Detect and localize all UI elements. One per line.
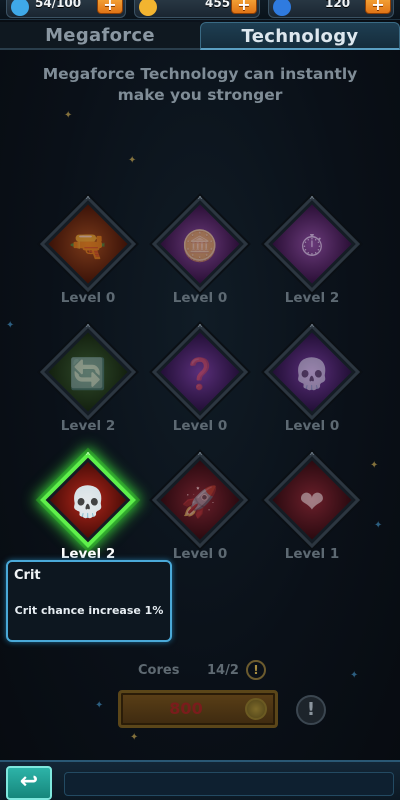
coin-stack-icon: 🪙 <box>181 228 219 264</box>
gold-value: 455 <box>205 0 231 10</box>
tech-level: Level 0 <box>284 418 340 434</box>
coin-icon <box>245 698 267 720</box>
tech-clock[interactable]: ⏱ ˄ Level 2 <box>262 195 362 320</box>
tab-megaforce[interactable]: Megaforce <box>0 22 200 50</box>
tech-level: Level 2 <box>284 290 340 306</box>
sparkle-icon: ✦ <box>6 320 15 331</box>
heart-shield-icon: ❤ <box>299 484 325 520</box>
tech-rocket[interactable]: 🚀 ˄ Level 0 <box>150 451 250 576</box>
chevron-up-icon: ˄ <box>309 195 315 209</box>
tech-heart-shield[interactable]: ❤ ˄ Level 1 <box>262 451 362 576</box>
tooltip-title: Crit <box>14 568 41 583</box>
chevron-up-icon: ˄ <box>197 323 203 337</box>
tech-level: Level 0 <box>172 290 228 306</box>
page-subtitle: Megaforce Technology can instantly make … <box>42 65 358 104</box>
gems-value: 120 <box>325 0 351 10</box>
tech-level: Level 0 <box>172 418 228 434</box>
chevron-up-icon: ˄ <box>85 195 91 209</box>
tab-bar: Megaforce Technology <box>0 22 400 50</box>
cores-label: Cores <box>138 663 180 678</box>
tech-tooltip: Crit Crit chance increase 1% <box>6 560 172 642</box>
sparkle-icon: ✦ <box>95 700 104 711</box>
sparkle-icon: ✦ <box>64 110 73 121</box>
cores-count: 14/2 <box>207 663 239 678</box>
sparkle-icon: ✦ <box>374 520 383 531</box>
bottom-bar <box>0 760 400 800</box>
gold-counter: 455 + <box>134 0 260 18</box>
tech-level: Level 2 <box>60 418 116 434</box>
add-gems-button[interactable]: + <box>365 0 391 14</box>
info-button[interactable]: ! <box>296 695 326 725</box>
chevron-up-icon: ˄ <box>309 451 315 465</box>
chevron-up-icon: ˄ <box>85 323 91 337</box>
tech-winged-skull[interactable]: 💀 ˄ Level 0 <box>262 323 362 448</box>
tech-mystery-box[interactable]: ❓ ˄ Level 0 <box>150 323 250 448</box>
cycle-arrows-icon: 🔄 <box>69 356 107 392</box>
bottom-rail <box>64 772 394 796</box>
tech-cycle[interactable]: 🔄 ˄ Level 2 <box>38 323 138 448</box>
clock-icon: ⏱ <box>300 228 324 264</box>
chevron-up-icon: ˄ <box>197 451 203 465</box>
sparkle-icon: ✦ <box>130 732 139 743</box>
sparkle-icon: ✦ <box>370 460 379 471</box>
chevron-up-icon: ˄ <box>85 451 91 465</box>
blue-gem-icon <box>273 0 291 16</box>
cores-info-icon[interactable]: ! <box>246 660 266 680</box>
tooltip-description: Crit chance increase 1% <box>14 604 164 617</box>
resource-bar: 54/100 + 455 + 120 + <box>0 0 400 20</box>
add-energy-button[interactable]: + <box>97 0 123 14</box>
gems-counter: 120 + <box>268 0 394 18</box>
tech-cannon[interactable]: 🔫 ˄ Level 0 <box>38 195 138 320</box>
gold-coin-icon <box>139 0 157 16</box>
sparkle-icon: ✦ <box>128 155 137 166</box>
tab-technology[interactable]: Technology <box>200 22 400 50</box>
winged-skull-icon: 💀 <box>293 356 331 392</box>
energy-counter: 54/100 + <box>6 0 126 18</box>
sparkle-icon: ✦ <box>350 670 359 681</box>
rocket-icon: 🚀 <box>181 484 219 520</box>
lightning-icon <box>11 0 29 16</box>
cannon-icon: 🔫 <box>69 228 107 264</box>
tech-level: Level 0 <box>60 290 116 306</box>
back-button[interactable]: ↩ <box>6 766 52 800</box>
upgrade-cost: 800 <box>169 699 203 718</box>
chevron-up-icon: ˄ <box>197 195 203 209</box>
return-arrow-icon: ↩ <box>19 769 39 794</box>
tech-level: Level 1 <box>284 546 340 562</box>
chevron-up-icon: ˄ <box>309 323 315 337</box>
upgrade-button[interactable]: 800 <box>118 690 278 728</box>
add-gold-button[interactable]: + <box>231 0 257 14</box>
tech-crit[interactable]: 💀 ˄ Level 2 <box>38 451 138 576</box>
crit-skull-icon: 💀 <box>69 484 107 520</box>
mystery-box-icon: ❓ <box>181 356 219 392</box>
energy-value: 54/100 <box>35 0 82 10</box>
tech-coin-stack[interactable]: 🪙 ˄ Level 0 <box>150 195 250 320</box>
